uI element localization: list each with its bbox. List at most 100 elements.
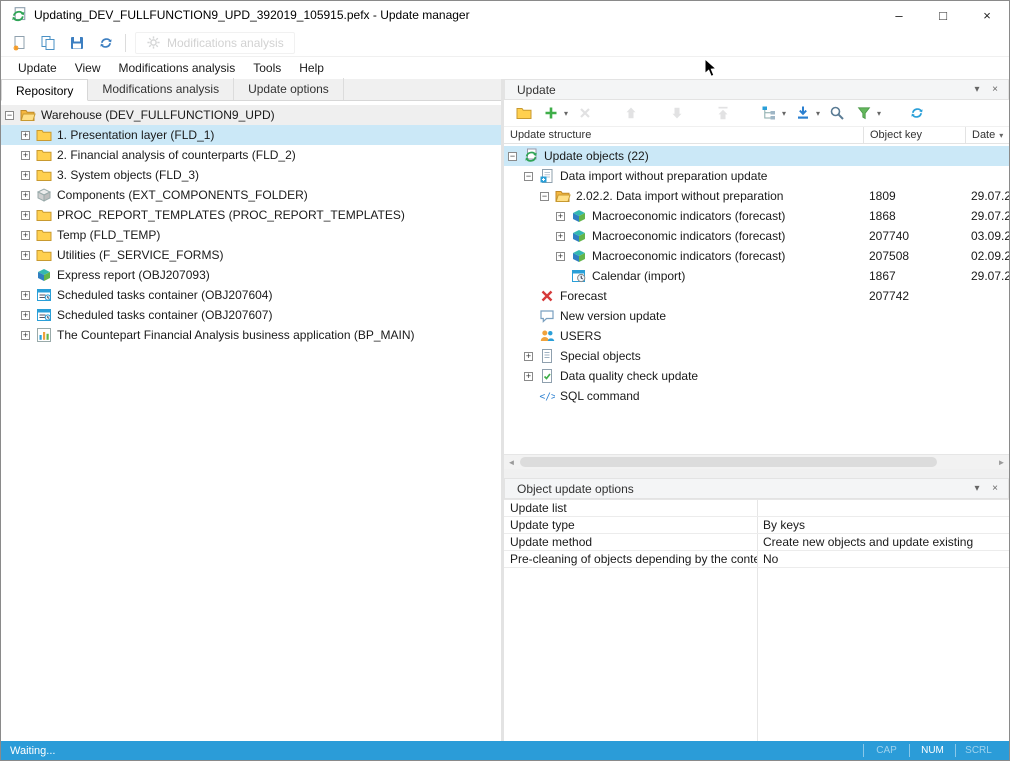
expander-plus-icon[interactable]: + xyxy=(556,252,565,261)
option-row-update-list[interactable]: Update list xyxy=(504,500,1009,517)
tree-row[interactable]: −Warehouse (DEV_FULLFUNCTION9_UPD) xyxy=(1,105,501,125)
tree-row[interactable]: −2.02.2. Data import without preparation… xyxy=(504,186,1009,206)
tree-row[interactable]: +The Countepart Financial Analysis busin… xyxy=(1,325,501,345)
expander-minus-icon[interactable]: − xyxy=(524,172,533,181)
tree-row[interactable]: +Components (EXT_COMPONENTS_FOLDER) xyxy=(1,185,501,205)
panel-close-icon[interactable]: × xyxy=(986,84,1004,95)
tree-row[interactable]: USERS xyxy=(504,326,1009,346)
column-update-structure[interactable]: Update structure xyxy=(504,127,863,143)
modifications-analysis-button[interactable]: Modifications analysis xyxy=(135,32,295,54)
expander-plus-icon[interactable]: + xyxy=(21,131,30,140)
menu-help[interactable]: Help xyxy=(290,58,333,78)
option-row-update-method[interactable]: Update methodCreate new objects and upda… xyxy=(504,534,1009,551)
tree-row[interactable]: +Scheduled tasks container (OBJ207607) xyxy=(1,305,501,325)
copy-button[interactable] xyxy=(38,33,58,53)
tree-row[interactable]: </>SQL command xyxy=(504,386,1009,406)
tree-row[interactable]: +Macroeconomic indicators (forecast)2075… xyxy=(504,246,1009,266)
horizontal-scrollbar[interactable]: ◄ ► xyxy=(504,454,1009,469)
options-panel-close-icon[interactable]: × xyxy=(986,483,1004,494)
tree-row[interactable]: +1. Presentation layer (FLD_1) xyxy=(1,125,501,145)
move-up-button[interactable] xyxy=(621,103,641,123)
tree-row[interactable]: + Utilities (F_SERVICE_FORMS) xyxy=(1,245,501,265)
expander-minus-icon[interactable]: − xyxy=(540,192,549,201)
scrollbar-thumb[interactable] xyxy=(520,457,937,467)
minimize-button[interactable]: – xyxy=(877,1,921,29)
expander-plus-icon[interactable]: + xyxy=(21,251,30,260)
expander-plus-icon[interactable]: + xyxy=(524,372,533,381)
calendar-icon xyxy=(571,268,587,284)
refresh-button[interactable] xyxy=(907,103,927,123)
tree-row[interactable]: New version update xyxy=(504,306,1009,326)
expander-minus-icon[interactable]: − xyxy=(5,111,14,120)
expander-plus-icon[interactable]: + xyxy=(21,331,30,340)
menu-view[interactable]: View xyxy=(66,58,110,78)
move-top-button[interactable] xyxy=(713,103,733,123)
tree-row[interactable]: +2. Financial analysis of counterparts (… xyxy=(1,145,501,165)
tree-row[interactable]: +Scheduled tasks container (OBJ207604) xyxy=(1,285,501,305)
expander-placeholder xyxy=(21,271,30,280)
expander-plus-icon[interactable]: + xyxy=(556,212,565,221)
maximize-button[interactable]: □ xyxy=(921,1,965,29)
tree-row[interactable]: +Temp (FLD_TEMP) xyxy=(1,225,501,245)
tree-row[interactable]: Calendar (import)186729.07.2 xyxy=(504,266,1009,286)
expander-plus-icon[interactable]: + xyxy=(21,231,30,240)
expander-plus-icon[interactable]: + xyxy=(556,232,565,241)
menu-update[interactable]: Update xyxy=(9,58,66,78)
tree-row[interactable]: −Data import without preparation update xyxy=(504,166,1009,186)
column-date[interactable]: Date▾ xyxy=(965,127,1009,143)
components-icon xyxy=(36,187,52,203)
expander-plus-icon[interactable]: + xyxy=(21,311,30,320)
import-button[interactable] xyxy=(793,103,813,123)
modifications-analysis-label: Modifications analysis xyxy=(167,36,284,50)
sync-button[interactable] xyxy=(96,33,116,53)
add-button[interactable] xyxy=(541,103,561,123)
tree-row[interactable]: +PROC_REPORT_TEMPLATES (PROC_REPORT_TEMP… xyxy=(1,205,501,225)
window-title: Updating_DEV_FULLFUNCTION9_UPD_392019_10… xyxy=(34,8,470,22)
scroll-left-icon[interactable]: ◄ xyxy=(504,455,519,469)
tree-label: 1. Presentation layer (FLD_1) xyxy=(57,128,214,142)
expander-minus-icon[interactable]: − xyxy=(508,152,517,161)
search-icon[interactable] xyxy=(827,103,847,123)
expander-plus-icon[interactable]: + xyxy=(21,151,30,160)
open-folder-button[interactable] xyxy=(514,103,534,123)
move-down-button[interactable] xyxy=(667,103,687,123)
tree-row[interactable]: +Macroeconomic indicators (forecast)1868… xyxy=(504,206,1009,226)
tree-row[interactable]: +Special objects xyxy=(504,346,1009,366)
indent xyxy=(504,256,556,257)
tree-row[interactable]: −Update objects (22) xyxy=(504,146,1009,166)
expander-plus-icon[interactable]: + xyxy=(21,171,30,180)
expander-plus-icon[interactable]: + xyxy=(21,291,30,300)
tree-label: Utilities (F_SERVICE_FORMS) xyxy=(57,248,223,262)
tree-row[interactable]: +3. System objects (FLD_3) xyxy=(1,165,501,185)
delete-button[interactable] xyxy=(575,103,595,123)
close-button[interactable]: × xyxy=(965,1,1009,29)
expander-plus-icon[interactable]: + xyxy=(21,191,30,200)
new-document-button[interactable] xyxy=(9,33,29,53)
column-object-key[interactable]: Object key xyxy=(863,127,965,143)
tree-row[interactable]: Express report (OBJ207093) xyxy=(1,265,501,285)
tree-row[interactable]: +Data quality check update xyxy=(504,366,1009,386)
tree-row[interactable]: Forecast207742 xyxy=(504,286,1009,306)
tab-modifications-analysis[interactable]: Modifications analysis xyxy=(88,78,234,100)
tree-view-button[interactable] xyxy=(759,103,779,123)
import-dropdown-icon[interactable]: ▾ xyxy=(816,109,820,118)
tab-repository[interactable]: Repository xyxy=(1,79,88,101)
add-dropdown-icon[interactable]: ▾ xyxy=(564,109,568,118)
save-button[interactable] xyxy=(67,33,87,53)
scroll-right-icon[interactable]: ► xyxy=(994,455,1009,469)
tab-update-options[interactable]: Update options xyxy=(234,78,344,100)
expander-plus-icon[interactable]: + xyxy=(524,352,533,361)
filter-dropdown-icon[interactable]: ▾ xyxy=(877,109,881,118)
options-panel-menu-icon[interactable]: ▾ xyxy=(968,483,986,494)
filter-icon[interactable] xyxy=(854,103,874,123)
option-row-update-type[interactable]: Update typeBy keys xyxy=(504,517,1009,534)
horizontal-splitter[interactable] xyxy=(504,469,1009,478)
indent xyxy=(1,295,21,296)
expander-plus-icon[interactable]: + xyxy=(21,211,30,220)
option-row-pre-cleaning-of-objects-depending-by-the-contents[interactable]: Pre-cleaning of objects depending by the… xyxy=(504,551,1009,568)
menu-modifications-analysis[interactable]: Modifications analysis xyxy=(110,58,245,78)
tree-view-dropdown-icon[interactable]: ▾ xyxy=(782,109,786,118)
panel-menu-icon[interactable]: ▾ xyxy=(968,84,986,95)
tree-row[interactable]: +Macroeconomic indicators (forecast)2077… xyxy=(504,226,1009,246)
menu-tools[interactable]: Tools xyxy=(244,58,290,78)
